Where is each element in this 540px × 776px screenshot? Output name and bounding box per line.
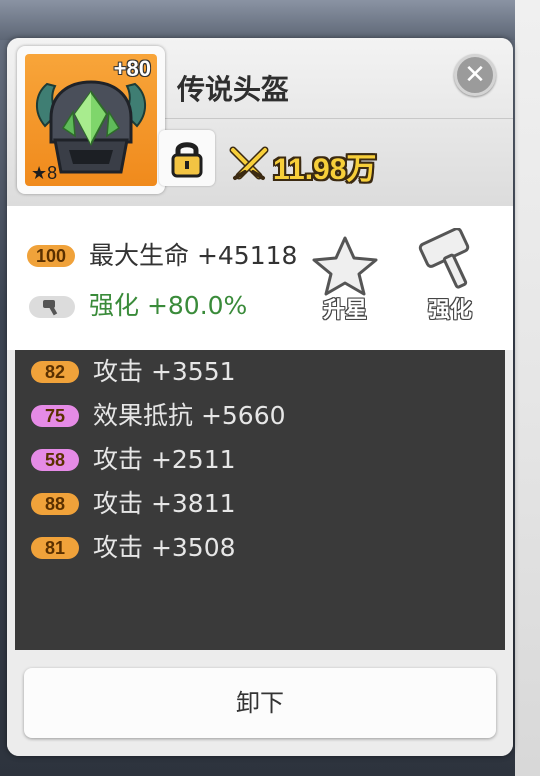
lock-icon: [171, 142, 203, 178]
stat-level-badge: 100: [27, 245, 75, 267]
main-stats-section: 100 最大生命 +45118 强化 +80.0% 升星 强化: [7, 206, 513, 350]
equipment-detail-panel: +80 ★8 传说头盔 ✕ 11.98万 100 最大生命 +45118 强化 …: [7, 38, 513, 756]
star-count: ★8: [31, 163, 58, 183]
helmet-icon: +80 ★8: [25, 54, 157, 186]
header-divider: [157, 118, 513, 119]
enhance-button[interactable]: 强化: [415, 227, 485, 324]
stat-label: 强化 +80.0%: [89, 291, 248, 320]
stat-badge: [29, 296, 75, 318]
unequip-button[interactable]: 卸下: [24, 668, 496, 738]
star-up-button[interactable]: 升星: [307, 234, 383, 324]
combat-power-value: 11.98万: [273, 153, 377, 186]
stat-level-badge: 75: [31, 405, 79, 427]
enhance-level: +80: [113, 56, 151, 81]
sub-stats-list: 82 攻击 +3551 75 效果抵抗 +5660 58 攻击 +2511 88…: [15, 350, 505, 650]
item-header: +80 ★8 传说头盔 ✕ 11.98万: [7, 38, 513, 206]
lock-button[interactable]: [159, 130, 215, 186]
stat-label: 攻击 +3508: [93, 533, 236, 562]
stat-level-badge: 81: [31, 537, 79, 559]
stat-level-badge: 88: [31, 493, 79, 515]
stat-label: 最大生命 +45118: [89, 241, 298, 270]
close-icon: ✕: [464, 60, 486, 90]
hammer-icon: [43, 300, 58, 316]
item-name: 传说头盔: [177, 73, 290, 106]
close-button[interactable]: ✕: [454, 54, 496, 96]
star-icon: [312, 236, 378, 296]
stat-label: 攻击 +3551: [93, 357, 236, 386]
stat-label: 攻击 +3811: [93, 489, 236, 518]
panel-footer: 卸下: [7, 650, 513, 756]
background-top: [0, 0, 515, 40]
stat-label: 效果抵抗 +5660: [93, 401, 286, 430]
stat-level-badge: 58: [31, 449, 79, 471]
background-right-strip: [515, 0, 540, 776]
star-up-label: 升星: [322, 298, 367, 323]
stat-level-badge: 82: [31, 361, 79, 383]
stat-label: 攻击 +2511: [93, 445, 236, 474]
hammer-icon: [418, 227, 470, 289]
enhance-label: 强化: [427, 298, 472, 323]
crossed-swords-icon: [229, 146, 269, 180]
item-portrait-frame[interactable]: +80 ★8: [17, 46, 165, 194]
